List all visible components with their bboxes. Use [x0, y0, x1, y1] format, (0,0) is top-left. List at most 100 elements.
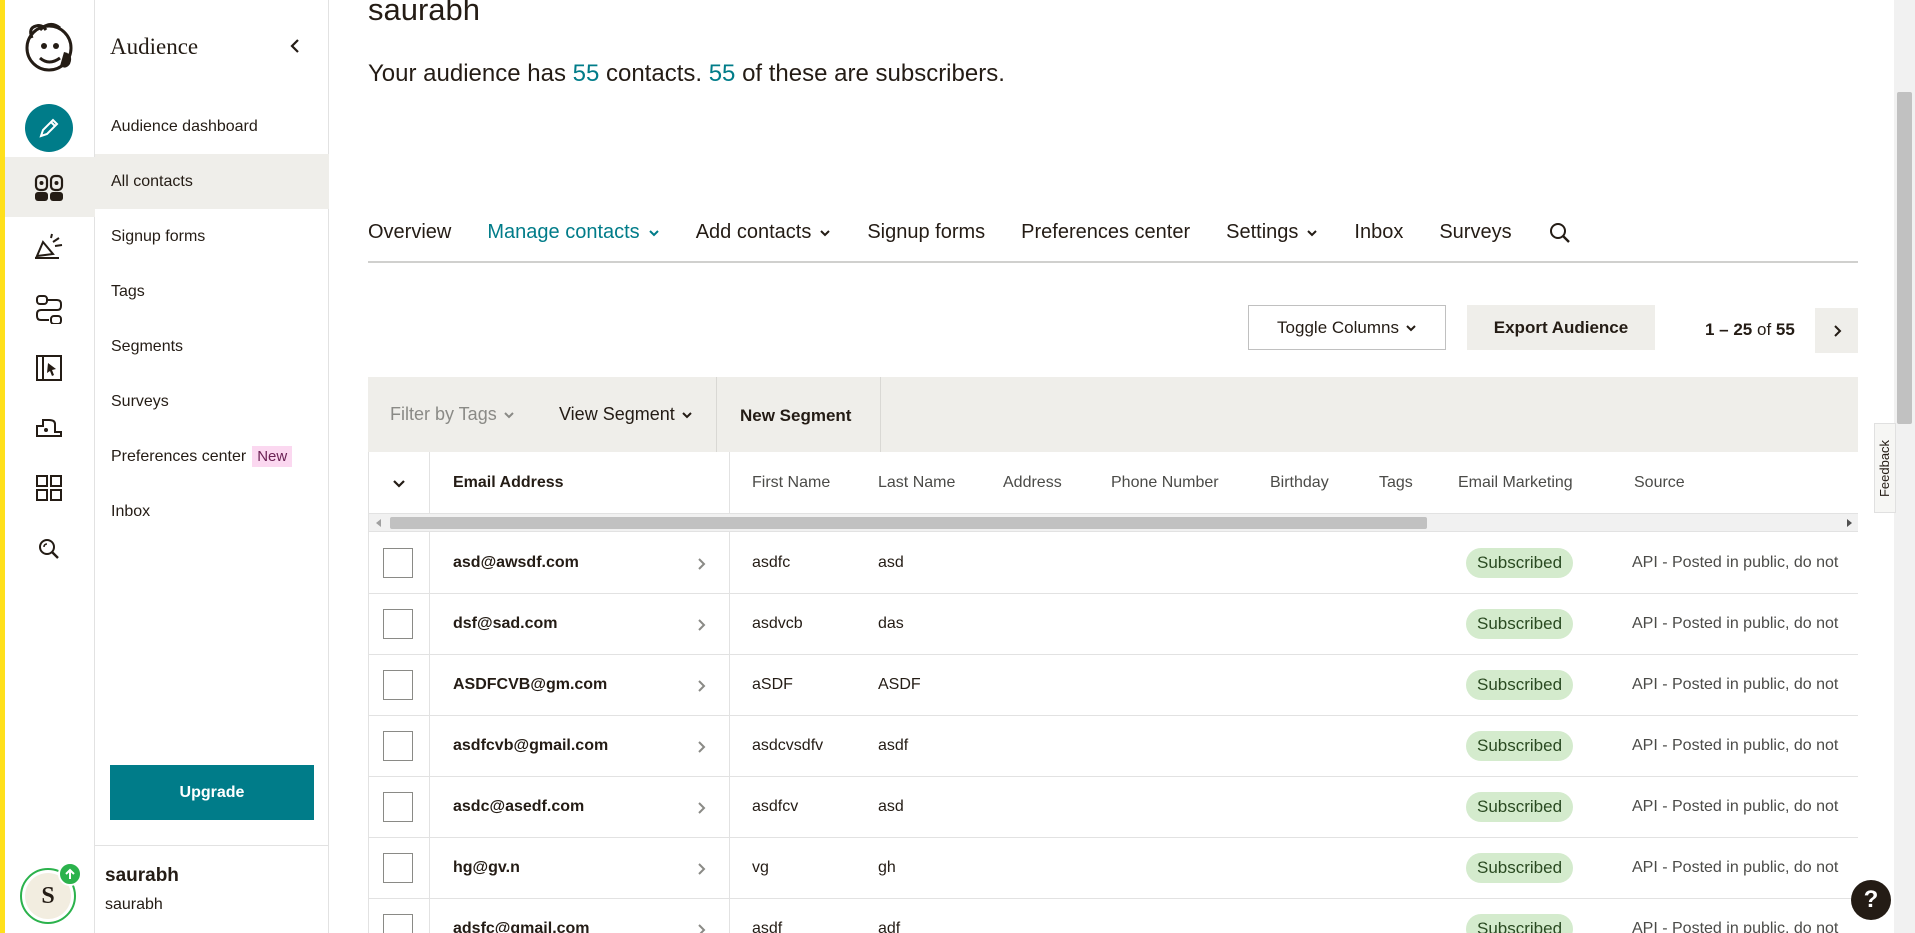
filter-tags-label: Filter by Tags — [390, 404, 497, 424]
sidebar-item-inbox[interactable]: Inbox — [95, 484, 329, 539]
row-checkbox[interactable] — [383, 914, 413, 933]
contact-source: API - Posted in public, do not — [1632, 798, 1839, 815]
contact-first-name: aSDF — [752, 676, 793, 693]
tab-label: Manage contacts — [487, 221, 640, 243]
row-checkbox[interactable] — [383, 731, 413, 761]
chevron-right-icon[interactable] — [694, 923, 708, 933]
sidebar-item-preferences-center[interactable]: Preferences center New — [95, 429, 329, 484]
tab-overview[interactable]: Overview — [368, 215, 451, 244]
sidebar-item-all-contacts[interactable]: All contacts — [95, 154, 329, 209]
column-header-phone-number[interactable]: Phone Number — [1111, 474, 1219, 492]
chevron-right-icon[interactable] — [694, 618, 708, 632]
tab-inbox[interactable]: Inbox — [1354, 215, 1403, 244]
tab-preferences-center[interactable]: Preferences center — [1021, 215, 1190, 244]
contact-first-name: asdcvsdfv — [752, 737, 824, 754]
tab-label: Overview — [368, 221, 452, 243]
row-checkbox[interactable] — [383, 609, 413, 639]
contact-email[interactable]: asd@awsdf.com — [453, 554, 579, 572]
upgrade-button[interactable]: Upgrade — [110, 765, 314, 820]
column-header-tags[interactable]: Tags — [1379, 474, 1413, 492]
chevron-right-icon[interactable] — [694, 740, 708, 754]
feedback-label: Feedback — [1877, 439, 1893, 497]
upgrade-arrow-icon — [58, 862, 82, 886]
contact-email[interactable]: adsfc@gmail.com — [453, 920, 590, 933]
vertical-scrollbar[interactable] — [1894, 0, 1915, 933]
mailchimp-logo-icon[interactable] — [20, 18, 78, 76]
help-button[interactable]: ? — [1851, 880, 1891, 920]
sidenav-title: Audience — [110, 34, 199, 59]
next-page-button[interactable] — [1815, 308, 1858, 353]
column-header-address[interactable]: Address — [1003, 474, 1062, 492]
content-icon[interactable] — [24, 463, 74, 513]
sidebar-item-label: Preferences center — [111, 447, 247, 465]
user-account-block[interactable]: saurabh saurabh — [95, 845, 329, 933]
sidebar-item-surveys[interactable]: Surveys — [95, 374, 329, 429]
row-checkbox[interactable] — [383, 670, 413, 700]
select-all-chevron-icon[interactable] — [391, 476, 407, 492]
scroll-right-arrow-icon[interactable] — [1847, 519, 1852, 527]
scroll-left-arrow-icon[interactable] — [376, 519, 381, 527]
automations-icon[interactable] — [24, 283, 74, 333]
sidebar-item-tags[interactable]: Tags — [95, 264, 329, 319]
summary-prefix: Your audience has — [368, 60, 573, 87]
contacts-count: 55 — [572, 60, 600, 87]
scrollbar-thumb[interactable] — [390, 517, 1427, 529]
view-segment-dropdown[interactable]: View Segment — [559, 404, 693, 425]
contacts-table: Email Address First Name Last Name Addre… — [368, 452, 1858, 933]
contact-last-name: asdf — [878, 737, 909, 754]
sidebar-item-audience-dashboard[interactable]: Audience dashboard — [95, 99, 329, 154]
column-header-birthday[interactable]: Birthday — [1270, 474, 1329, 492]
pagination-of: of — [1757, 320, 1772, 339]
user-name: saurabh — [105, 865, 179, 886]
sidebar-item-segments[interactable]: Segments — [95, 319, 329, 374]
campaigns-icon[interactable] — [24, 223, 74, 273]
contact-last-name: ASDF — [878, 676, 921, 693]
contact-email[interactable]: dsf@sad.com — [453, 615, 558, 633]
column-header-last-name[interactable]: Last Name — [878, 474, 955, 492]
audience-icon[interactable] — [24, 163, 74, 213]
contact-last-name: asd — [878, 798, 904, 815]
sidebar-item-label: Audience dashboard — [111, 117, 258, 135]
chevron-right-icon[interactable] — [694, 557, 708, 571]
contact-email[interactable]: asdfcvb@gmail.com — [453, 737, 608, 755]
search-icon[interactable] — [24, 524, 74, 574]
new-badge: New — [252, 446, 293, 467]
sidebar-item-label: All contacts — [111, 172, 193, 190]
collapse-chevron-icon[interactable] — [285, 36, 305, 56]
chevron-right-icon[interactable] — [694, 801, 708, 815]
chevron-right-icon[interactable] — [694, 679, 708, 693]
contact-email[interactable]: ASDFCVB@gm.com — [453, 676, 607, 694]
pagination-info: 1 – 25 of 55 — [1705, 320, 1795, 340]
tab-settings[interactable]: Settings — [1226, 215, 1318, 244]
create-icon[interactable] — [25, 104, 73, 152]
contact-email[interactable]: hg@gv.n — [453, 859, 520, 877]
tab-signup-forms[interactable]: Signup forms — [867, 215, 985, 244]
icon-rail: S — [0, 0, 95, 933]
toggle-columns-button[interactable]: Toggle Columns — [1248, 305, 1446, 350]
chevron-right-icon[interactable] — [694, 862, 708, 876]
export-audience-button[interactable]: Export Audience — [1467, 305, 1655, 350]
contact-email[interactable]: asdc@asedf.com — [453, 798, 584, 816]
row-checkbox[interactable] — [383, 792, 413, 822]
integrations-icon[interactable] — [24, 403, 74, 453]
sidebar-item-label: Tags — [111, 282, 145, 300]
filter-by-tags-dropdown[interactable]: Filter by Tags — [390, 404, 515, 425]
new-segment-button[interactable]: New Segment — [740, 406, 851, 426]
column-header-email-marketing[interactable]: Email Marketing — [1458, 474, 1573, 492]
tab-add-contacts[interactable]: Add contacts — [696, 215, 832, 244]
row-checkbox[interactable] — [383, 853, 413, 883]
website-icon[interactable] — [24, 343, 74, 393]
horizontal-scrollbar[interactable] — [369, 514, 1858, 532]
feedback-tab[interactable]: Feedback — [1874, 423, 1896, 513]
tab-surveys[interactable]: Surveys — [1439, 215, 1511, 244]
column-header-email[interactable]: Email Address — [453, 474, 564, 492]
scrollbar-thumb[interactable] — [1897, 92, 1912, 424]
tab-manage-contacts[interactable]: Manage contacts — [487, 215, 659, 244]
column-header-source[interactable]: Source — [1634, 474, 1685, 492]
column-header-first-name[interactable]: First Name — [752, 474, 830, 492]
tab-search[interactable] — [1548, 215, 1572, 245]
sidebar-item-signup-forms[interactable]: Signup forms — [95, 209, 329, 264]
summary-middle: contacts. — [599, 60, 709, 87]
row-checkbox[interactable] — [383, 548, 413, 578]
status-badge: Subscribed — [1466, 609, 1574, 639]
